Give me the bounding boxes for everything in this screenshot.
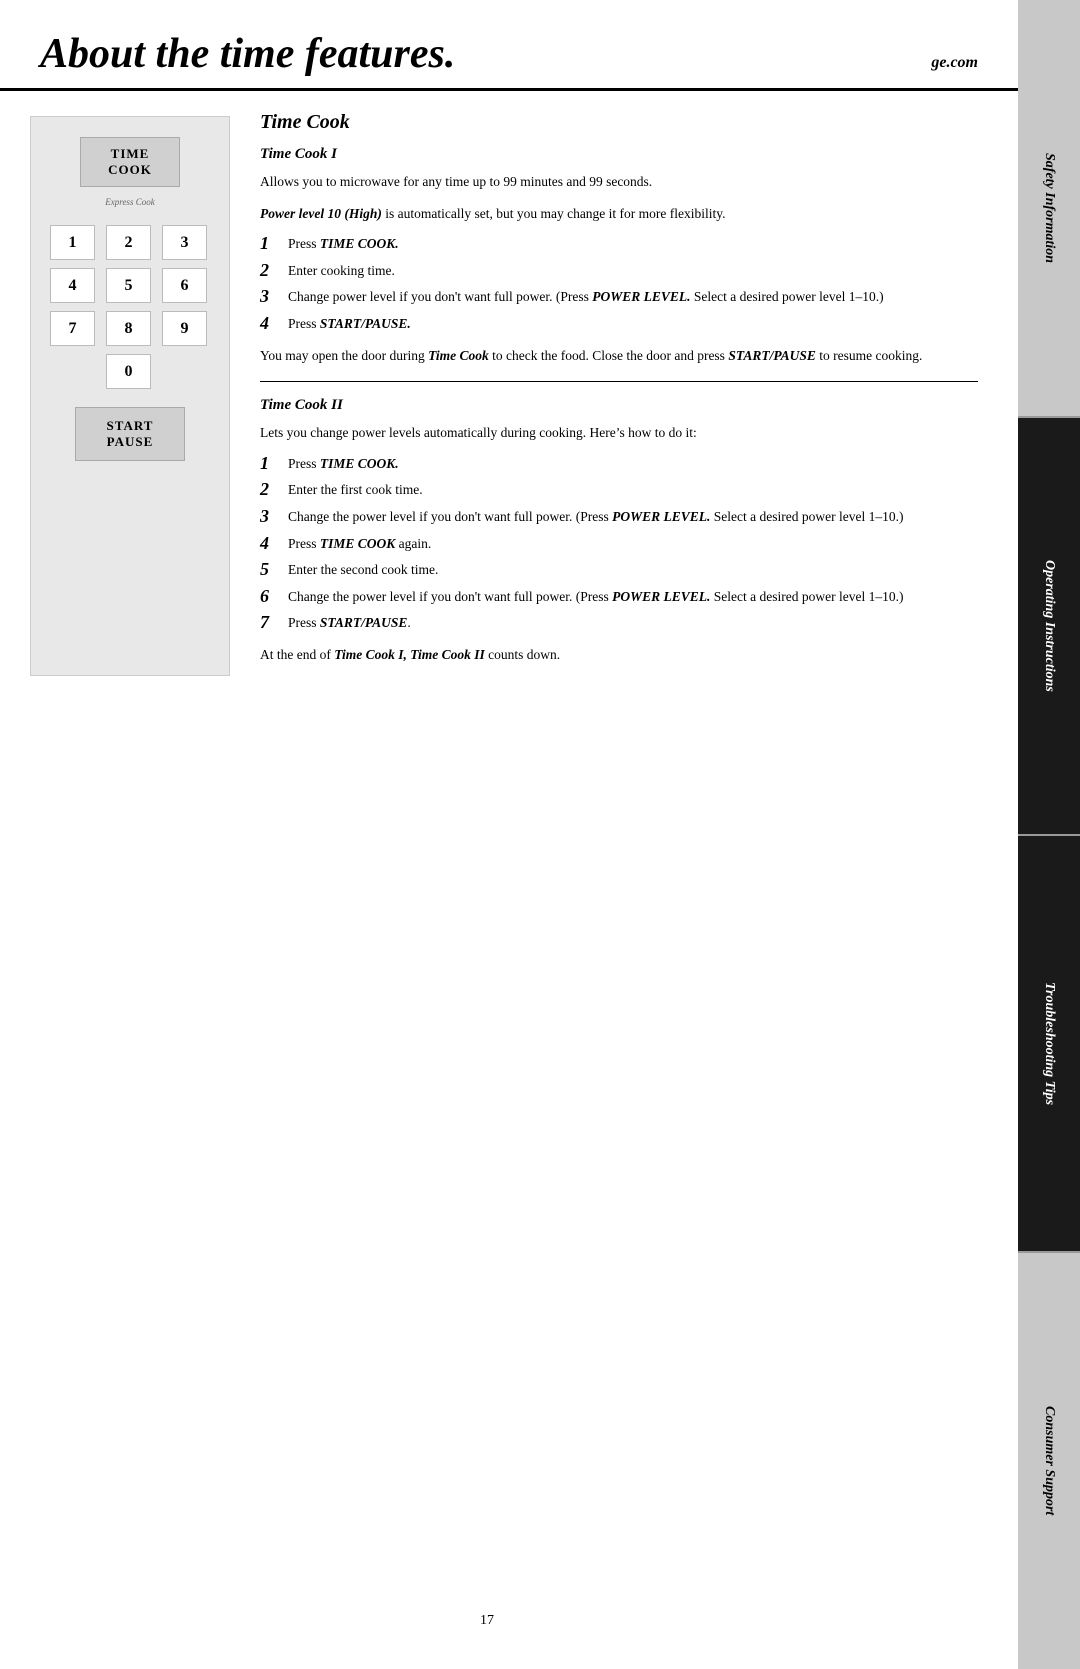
right-sidebar: Safety Information Operating Instruction…: [1018, 0, 1080, 1669]
step-item: 2 Enter cooking time.: [260, 261, 978, 282]
sidebar-troubleshooting: Troubleshooting Tips: [1018, 836, 1080, 1254]
step-num-ii-1: 1: [260, 453, 282, 475]
express-cook-label: Express Cook: [105, 197, 154, 207]
step-text-ii-7: Press START/PAUSE.: [288, 613, 411, 633]
key-7[interactable]: 7: [50, 311, 95, 346]
step-num-2: 2: [260, 260, 282, 282]
time-cook-line2: Cook: [101, 162, 159, 178]
step-item: 4 Press TIME COOK again.: [260, 534, 978, 555]
step-text-3: Change power level if you don't want ful…: [288, 287, 884, 307]
step-num-ii-3: 3: [260, 506, 282, 528]
step-num-ii-4: 4: [260, 533, 282, 555]
sidebar-troubleshooting-label: Troubleshooting Tips: [1041, 982, 1057, 1105]
page-wrapper: About the time features. ge.com Time Coo…: [0, 0, 1080, 1669]
sidebar-operating: Operating Instructions: [1018, 418, 1080, 836]
time-cook-i-title: Time Cook I: [260, 146, 978, 163]
step-item: 1 Press TIME COOK.: [260, 234, 978, 255]
step-num-ii-7: 7: [260, 612, 282, 634]
step-num-ii-6: 6: [260, 586, 282, 608]
sidebar-operating-label: Operating Instructions: [1041, 560, 1057, 692]
website-url: ge.com: [931, 54, 978, 72]
key-1[interactable]: 1: [50, 225, 95, 260]
power-level-bold: Power level 10 (High): [260, 206, 382, 221]
step-item: 6 Change the power level if you don't wa…: [260, 587, 978, 608]
sidebar-safety: Safety Information: [1018, 0, 1080, 418]
time-cook-footer-note: At the end of Time Cook I, Time Cook II …: [260, 644, 978, 666]
step-num-4: 4: [260, 313, 282, 335]
step-text-ii-3: Change the power level if you don't want…: [288, 507, 903, 527]
step-item: 3 Change the power level if you don't wa…: [260, 507, 978, 528]
time-cook-i-note: You may open the door during Time Cook t…: [260, 345, 978, 367]
key-9[interactable]: 9: [162, 311, 207, 346]
step-text-ii-4: Press TIME COOK again.: [288, 534, 431, 554]
time-cook-i-steps: 1 Press TIME COOK. 2 Enter cooking time.…: [260, 234, 978, 334]
time-cook-ii-intro: Lets you change power levels automatical…: [260, 422, 978, 444]
step-text-ii-1: Press TIME COOK.: [288, 454, 399, 474]
time-cook-ii-steps: 1 Press TIME COOK. 2 Enter the first coo…: [260, 454, 978, 634]
step-text-ii-5: Enter the second cook time.: [288, 560, 438, 580]
step-text-2: Enter cooking time.: [288, 261, 395, 281]
keypad-panel: Time Cook Express Cook 1 2 3 4 5 6 7 8 9…: [30, 116, 230, 676]
divider: [260, 381, 978, 382]
page-header: About the time features. ge.com: [0, 0, 1018, 91]
key-0[interactable]: 0: [106, 354, 151, 389]
key-8[interactable]: 8: [106, 311, 151, 346]
start-label: Start: [96, 418, 164, 434]
sidebar-safety-label: Safety Information: [1041, 153, 1057, 263]
sidebar-consumer-label: Consumer Support: [1041, 1406, 1057, 1515]
time-cook-button[interactable]: Time Cook: [80, 137, 180, 187]
pause-label: Pause: [96, 434, 164, 450]
time-cook-line1: Time: [101, 146, 159, 162]
step-text-1: Press TIME COOK.: [288, 234, 399, 254]
step-num-1: 1: [260, 233, 282, 255]
step-item: 4 Press START/PAUSE.: [260, 314, 978, 335]
main-content: About the time features. ge.com Time Coo…: [0, 0, 1018, 1669]
step-num-ii-2: 2: [260, 479, 282, 501]
step-item: 2 Enter the first cook time.: [260, 480, 978, 501]
step-text-ii-2: Enter the first cook time.: [288, 480, 423, 500]
step-text-4: Press START/PAUSE.: [288, 314, 411, 334]
text-content: Time Cook Time Cook I Allows you to micr…: [260, 111, 978, 676]
time-cook-i-intro: Allows you to microwave for any time up …: [260, 171, 978, 193]
section-title: Time Cook: [260, 111, 978, 134]
time-cook-ii-title: Time Cook II: [260, 397, 978, 414]
content-area: Time Cook Express Cook 1 2 3 4 5 6 7 8 9…: [0, 91, 1018, 696]
step-num-3: 3: [260, 286, 282, 308]
key-2[interactable]: 2: [106, 225, 151, 260]
page-number: 17: [480, 1603, 494, 1649]
key-4[interactable]: 4: [50, 268, 95, 303]
key-5[interactable]: 5: [106, 268, 151, 303]
step-item: 1 Press TIME COOK.: [260, 454, 978, 475]
step-text-ii-6: Change the power level if you don't want…: [288, 587, 903, 607]
key-3[interactable]: 3: [162, 225, 207, 260]
step-num-ii-5: 5: [260, 559, 282, 581]
step-item: 3 Change power level if you don't want f…: [260, 287, 978, 308]
sidebar-consumer: Consumer Support: [1018, 1253, 1080, 1669]
step-item: 7 Press START/PAUSE.: [260, 613, 978, 634]
key-6[interactable]: 6: [162, 268, 207, 303]
step-item: 5 Enter the second cook time.: [260, 560, 978, 581]
start-pause-button[interactable]: Start Pause: [75, 407, 185, 461]
page-title: About the time features.: [40, 30, 455, 78]
power-level-note: Power level 10 (High) is automatically s…: [260, 203, 978, 225]
keypad-grid: 1 2 3 4 5 6 7 8 9 0: [50, 225, 210, 389]
